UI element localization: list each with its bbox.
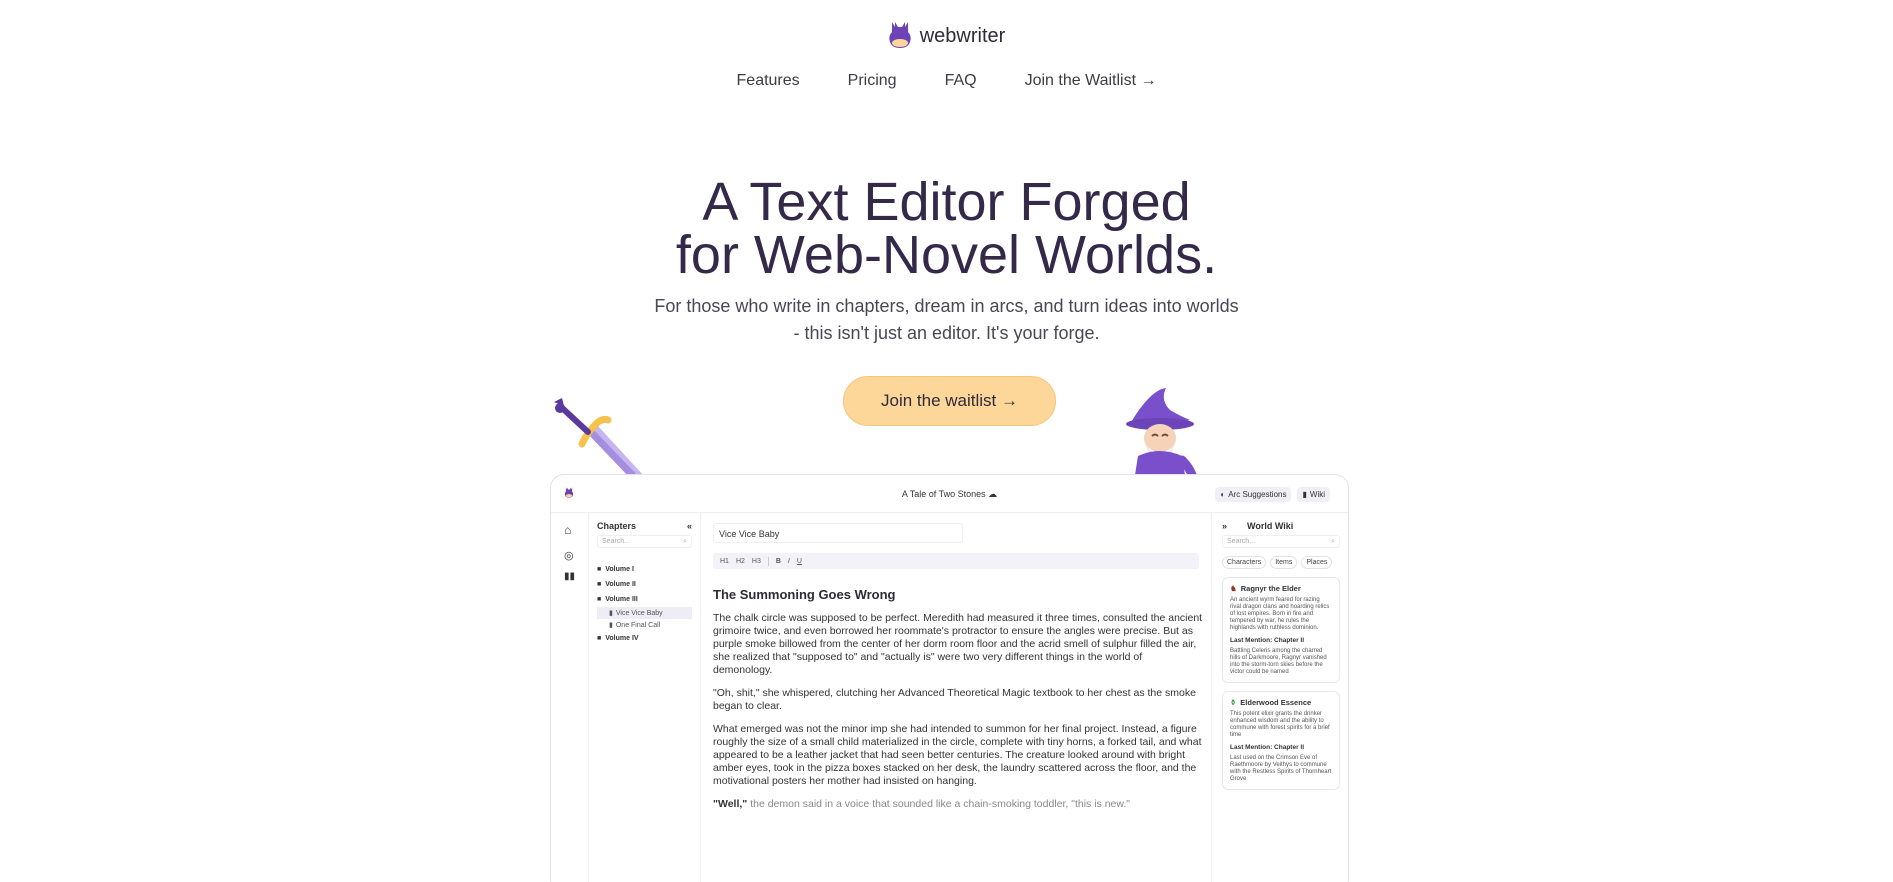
app-preview: A Tale of Two Stones ☁ ◐ Arc Suggestions… [550,474,1349,882]
chapter-label: Vice Vice Baby [615,609,663,617]
story-paragraph[interactable]: "Oh, shit," she whispered, clutching her… [713,687,1203,713]
chapters-search-placeholder: Search... [602,538,631,545]
volume-label: Volume II [605,581,636,588]
italic-button[interactable]: I [788,558,790,565]
chapter-label: One Final Call [615,621,661,629]
arc-suggestions-label: Arc Suggestions [1228,490,1287,499]
card-description: An ancient wyrm feared for razing rival … [1230,597,1330,631]
search-icon: ⌕ [683,538,687,545]
volume-label: Volume IV [605,635,639,642]
world-wiki-panel: » World Wiki Search... ⌕ Characters Item… [1211,513,1348,882]
compass-icon: ◐ [1220,490,1226,499]
card-mention: Battling Celeris among the charred hills… [1230,648,1327,675]
volume-item[interactable]: ■ Volume III [597,592,692,607]
volume-item[interactable]: ■ Volume I [597,562,692,577]
wiki-label: Wiki [1309,490,1325,499]
chapters-sidebar: Chapters « Search... ⌕ ■ Volume I ■ Volume… [589,513,701,882]
bold-button[interactable]: B [776,558,781,565]
collapse-icon[interactable]: « [687,521,692,531]
app-topbar: A Tale of Two Stones ☁ ◐ Arc Suggestions… [551,475,1348,513]
compass-icon[interactable]: ◎ [564,549,574,562]
volume-item[interactable]: ■ Volume II [597,577,692,592]
card-mention-label: Last Mention: Chapter II [1230,637,1305,644]
dialogue-bold: "Well," [713,798,748,810]
brand-name: webwriter [919,24,1006,47]
chapter-item[interactable]: ▮ Vice Vice Baby [597,607,692,619]
folder-icon: ■ [597,566,602,573]
wiki-title: World Wiki [1247,521,1294,531]
hero-subtitle-line1: For those who write in chapters, dream i… [654,296,1239,316]
join-waitlist-button[interactable]: Join the waitlist → [843,376,1056,426]
book-icon: ▮ [609,622,613,629]
nav-rail: ⌂ ◎ ▮▮ [551,513,589,882]
search-icon: ⌕ [1331,538,1335,545]
card-description: This potent elixir grants the drinker en… [1230,711,1330,738]
cloud-icon: ☁ [988,489,998,499]
card-mention-label: Last Mention: Chapter II [1230,744,1305,751]
story-paragraph[interactable]: "Well," the demon said in a voice that s… [713,798,1203,811]
chapters-title: Chapters [597,521,637,531]
chapter-item[interactable]: ▮ One Final Call [597,619,692,631]
underline-button[interactable]: U [797,558,802,565]
folder-icon: ■ [597,635,602,642]
story-paragraph[interactable]: What emerged was not the minor imp she h… [713,723,1203,788]
card-name: Elderwood Essence [1240,698,1312,707]
h2-button[interactable]: H2 [736,558,745,565]
book-icon: ▮ [609,610,613,617]
h3-button[interactable]: H3 [752,558,761,565]
arc-suggestions-button[interactable]: ◐ Arc Suggestions [1215,487,1292,502]
editor-pane: Vice Vice Baby H1 H2 H3 B I U The Summon… [701,513,1211,882]
tab-items[interactable]: Items [1270,556,1298,569]
volume-label: Volume I [605,566,634,573]
nav-pricing[interactable]: Pricing [848,72,897,90]
home-icon[interactable]: ⌂ [564,523,571,537]
story-heading[interactable]: The Summoning Goes Wrong [713,587,1199,602]
hero-subtitle: For those who write in chapters, dream i… [0,293,1893,347]
chapters-search-input[interactable]: Search... ⌕ [597,535,692,548]
top-nav: Features Pricing FAQ Join the Waitlist → [0,72,1893,90]
nav-features[interactable]: Features [737,72,800,90]
hero-title-line2: for Web-Novel Worlds. [675,225,1218,285]
book-icon: ▮ [1302,490,1307,499]
card-mention: Last used on the Crimson Eve of Raethmoo… [1230,755,1332,782]
sword-icon [554,398,642,478]
potion-icon: ⚱ [1230,698,1237,707]
document-title-text: A Tale of Two Stones [901,489,986,499]
chapter-title-input[interactable]: Vice Vice Baby [713,523,963,543]
brand[interactable]: webwriter [0,18,1893,54]
card-name: Ragnyr the Elder [1240,584,1301,593]
wiki-search-input[interactable]: Search... ⌕ [1222,535,1340,548]
wiki-search-placeholder: Search... [1227,538,1256,545]
story-paragraph[interactable]: The chalk circle was supposed to be perf… [713,612,1203,677]
tab-characters[interactable]: Characters [1222,556,1267,569]
folder-icon: ■ [597,581,602,588]
wiki-card[interactable]: ♞ Ragnyr the Elder An ancient wyrm feared… [1222,577,1340,683]
folder-icon: ■ [597,596,602,603]
expand-icon[interactable]: » [1222,521,1227,531]
dialogue-suggestion: the demon said in a voice that sounded l… [747,798,1131,810]
wiki-card[interactable]: ⚱ Elderwood Essence This potent elixir gr… [1222,691,1340,790]
hero-title: A Text Editor Forged for Web-Novel World… [0,175,1893,285]
book-icon[interactable]: ▮▮ [564,571,575,582]
flask-icon [889,22,911,48]
hero-subtitle-line2: - this isn't just an editor. It's your f… [793,323,1100,343]
nav-join-waitlist[interactable]: Join the Waitlist → [1025,72,1157,90]
nav-faq[interactable]: FAQ [945,72,977,90]
dragon-icon: ♞ [1230,584,1237,593]
chapter-tree: ■ Volume I ■ Volume II ■ Volume III ▮ Vice V… [597,562,692,646]
hero-title-line1: A Text Editor Forged [702,172,1191,232]
format-toolbar: H1 H2 H3 B I U [713,553,1199,569]
toolbar-divider [767,556,769,566]
h1-button[interactable]: H1 [720,558,729,565]
wiki-button[interactable]: ▮ Wiki [1297,487,1330,502]
volume-item[interactable]: ■ Volume IV [597,631,692,646]
tab-places[interactable]: Places [1301,556,1333,569]
volume-label: Volume III [605,596,638,603]
